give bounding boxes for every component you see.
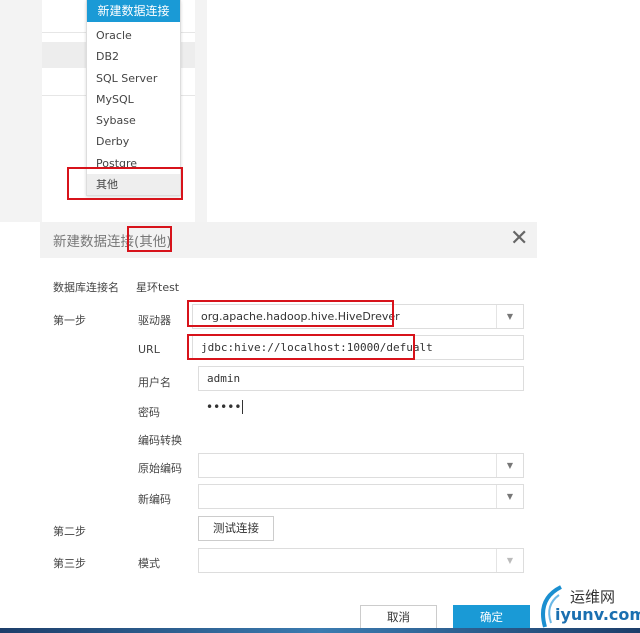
chevron-down-icon[interactable]: ▼ bbox=[496, 305, 523, 328]
step3-label: 第三步 bbox=[53, 557, 86, 570]
password-label: 密码 bbox=[138, 406, 160, 419]
cancel-button[interactable]: 取消 bbox=[360, 605, 437, 630]
mode-select[interactable]: ▼ bbox=[198, 548, 524, 573]
step1-label: 第一步 bbox=[53, 314, 86, 327]
orig-encoding-select[interactable]: ▼ bbox=[198, 453, 524, 478]
new-encoding-label: 新编码 bbox=[138, 493, 171, 506]
menu-item-sqlserver[interactable]: SQL Server bbox=[87, 68, 180, 89]
username-label: 用户名 bbox=[138, 376, 171, 389]
test-connection-button[interactable]: 测试连接 bbox=[198, 516, 274, 541]
watermark-logo: 运维网 iyunv.com bbox=[535, 583, 640, 633]
chevron-down-icon[interactable]: ▼ bbox=[496, 454, 523, 477]
watermark-url: iyunv.com bbox=[555, 605, 640, 624]
menu-item-sybase[interactable]: Sybase bbox=[87, 110, 180, 131]
orig-encoding-label: 原始编码 bbox=[138, 462, 182, 475]
highlight-box bbox=[187, 300, 394, 327]
username-input[interactable]: admin bbox=[198, 366, 524, 391]
menu-item-derby[interactable]: Derby bbox=[87, 131, 180, 152]
confirm-button[interactable]: 确定 bbox=[453, 605, 530, 630]
title-text: 新建数据连接 bbox=[53, 234, 134, 250]
new-connection-button[interactable]: 新建数据连接 bbox=[87, 0, 180, 22]
menu-item-mysql[interactable]: MySQL bbox=[87, 89, 180, 110]
highlight-box bbox=[187, 334, 415, 360]
chevron-down-icon[interactable]: ▼ bbox=[496, 485, 523, 508]
mode-label: 模式 bbox=[138, 557, 160, 570]
close-icon[interactable]: ✕ bbox=[510, 226, 528, 251]
menu-item-oracle[interactable]: Oracle bbox=[87, 25, 180, 46]
highlight-box bbox=[67, 167, 183, 200]
menu-item-db2[interactable]: DB2 bbox=[87, 46, 180, 67]
encoding-label: 编码转换 bbox=[138, 434, 182, 447]
conn-name-label: 数据库连接名 bbox=[53, 281, 119, 294]
chevron-down-icon[interactable]: ▼ bbox=[496, 549, 523, 572]
right-panel bbox=[207, 0, 640, 222]
step2-label: 第二步 bbox=[53, 525, 86, 538]
conn-name-value: 星环test bbox=[136, 281, 180, 294]
watermark-text: 运维网 bbox=[570, 588, 616, 606]
driver-label: 驱动器 bbox=[138, 314, 171, 327]
url-label: URL bbox=[138, 343, 160, 356]
password-input[interactable]: ••••• bbox=[206, 400, 244, 414]
new-encoding-select[interactable]: ▼ bbox=[198, 484, 524, 509]
highlight-box bbox=[127, 226, 172, 252]
